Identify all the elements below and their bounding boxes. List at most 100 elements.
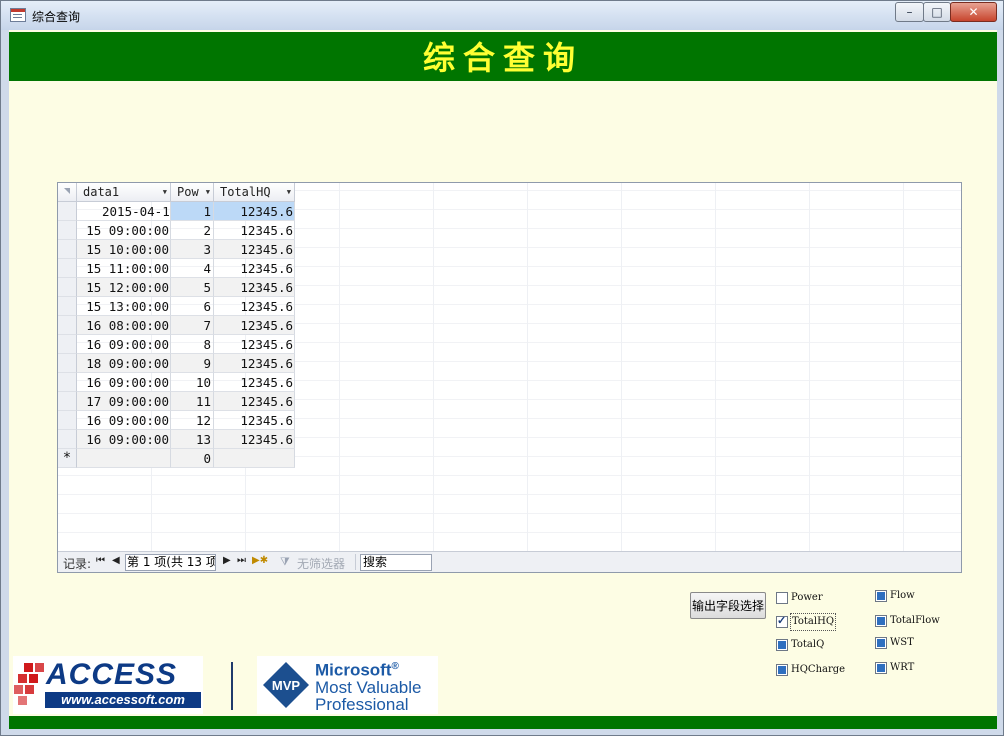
cell-pow[interactable]: 4 [171, 259, 214, 278]
row-selector[interactable] [58, 335, 77, 354]
first-record-icon[interactable]: ⏮ [96, 555, 105, 566]
cell-pow[interactable]: 13 [171, 430, 214, 449]
table-row[interactable]: 15 11:00:00 4 12345.6 [58, 259, 295, 278]
cell-totalhq[interactable]: 12345.6 [214, 316, 295, 335]
dropdown-arrow-icon[interactable]: ▼ [206, 183, 210, 202]
cell-data1[interactable]: 15 11:00:00 [77, 259, 171, 278]
previous-record-icon[interactable]: ◀ [112, 555, 120, 566]
cell-pow[interactable]: 1 [171, 202, 214, 221]
current-record-field[interactable]: 第 1 项(共 13 项 [125, 554, 216, 571]
checkbox-box[interactable] [776, 614, 788, 628]
cell-pow[interactable]: 3 [171, 240, 214, 259]
cell-totalhq[interactable]: 12345.6 [214, 411, 295, 430]
next-record-icon[interactable]: ▶ [223, 555, 231, 566]
checkbox-label: TotalFlow [890, 615, 940, 626]
cell-data1[interactable]: 18 09:00:00 [77, 354, 171, 373]
cell-pow[interactable]: 5 [171, 278, 214, 297]
row-selector[interactable] [58, 411, 77, 430]
row-selector[interactable] [58, 354, 77, 373]
table-row[interactable]: 16 09:00:00 10 12345.6 [58, 373, 295, 392]
checkbox-box[interactable] [875, 637, 887, 649]
new-record-icon[interactable]: ▶✱ [252, 555, 268, 566]
cell-totalhq[interactable]: 12345.6 [214, 259, 295, 278]
cell-data1[interactable]: 2015-04-1 [77, 202, 171, 221]
cell-pow[interactable]: 7 [171, 316, 214, 335]
cell-totalhq[interactable]: 12345.6 [214, 202, 295, 221]
cell-pow[interactable]: 11 [171, 392, 214, 411]
table-row[interactable]: 16 08:00:00 7 12345.6 [58, 316, 295, 335]
cell-totalhq[interactable]: 12345.6 [214, 297, 295, 316]
minimize-button[interactable]: – [895, 2, 924, 22]
column-header-data1[interactable]: data1 ▼ [77, 183, 171, 202]
table-row[interactable]: 2015-04-1 1 12345.6 [58, 202, 295, 221]
dropdown-arrow-icon[interactable]: ▼ [163, 183, 167, 202]
cell-data1[interactable]: 16 09:00:00 [77, 373, 171, 392]
cell-pow[interactable]: 8 [171, 335, 214, 354]
cell-data1[interactable]: 16 09:00:00 [77, 335, 171, 354]
checkbox-box[interactable] [875, 662, 887, 674]
cell-data1[interactable] [77, 449, 171, 468]
output-field-select-button[interactable]: 输出字段选择 [690, 592, 766, 619]
cell-data1[interactable]: 15 09:00:00 [77, 221, 171, 240]
datasheet-subform[interactable]: data1 ▼ Pow ▼ TotalHQ ▼ 2015-04-1 1 1234… [57, 182, 962, 573]
cell-totalhq[interactable]: 12345.6 [214, 392, 295, 411]
row-selector[interactable] [58, 278, 77, 297]
cell-data1[interactable]: 15 12:00:00 [77, 278, 171, 297]
record-label: 记录: [63, 557, 92, 571]
cell-totalhq[interactable]: 12345.6 [214, 335, 295, 354]
checkbox-box[interactable] [875, 615, 887, 627]
table-row[interactable]: 16 09:00:00 13 12345.6 [58, 430, 295, 449]
cell-data1[interactable]: 15 10:00:00 [77, 240, 171, 259]
row-selector[interactable] [58, 430, 77, 449]
checkbox-box[interactable] [776, 639, 788, 651]
select-all-corner[interactable] [58, 183, 77, 202]
cell-totalhq[interactable]: 12345.6 [214, 278, 295, 297]
row-selector[interactable] [58, 259, 77, 278]
table-row[interactable]: 16 09:00:00 8 12345.6 [58, 335, 295, 354]
row-selector[interactable] [58, 221, 77, 240]
column-header-pow[interactable]: Pow ▼ [171, 183, 214, 202]
cell-data1[interactable]: 15 13:00:00 [77, 297, 171, 316]
row-selector[interactable] [58, 297, 77, 316]
cell-totalhq[interactable]: 12345.6 [214, 373, 295, 392]
maximize-button[interactable]: □ [923, 2, 951, 22]
row-selector[interactable] [58, 202, 77, 221]
row-selector[interactable] [58, 316, 77, 335]
cell-totalhq[interactable]: 12345.6 [214, 221, 295, 240]
table-row[interactable]: 15 13:00:00 6 12345.6 [58, 297, 295, 316]
search-input[interactable]: 搜索 [360, 554, 432, 571]
row-selector[interactable] [58, 240, 77, 259]
cell-pow[interactable]: 6 [171, 297, 214, 316]
column-header-totalhq[interactable]: TotalHQ ▼ [214, 183, 295, 202]
cell-data1[interactable]: 16 09:00:00 [77, 430, 171, 449]
cell-totalhq[interactable]: 12345.6 [214, 240, 295, 259]
cell-totalhq[interactable]: 12345.6 [214, 354, 295, 373]
checkbox-box[interactable] [776, 664, 788, 676]
table-row[interactable]: 15 10:00:00 3 12345.6 [58, 240, 295, 259]
table-row[interactable]: 15 12:00:00 5 12345.6 [58, 278, 295, 297]
last-record-icon[interactable]: ⏭ [237, 555, 246, 566]
cell-pow[interactable]: 9 [171, 354, 214, 373]
cell-pow[interactable]: 12 [171, 411, 214, 430]
no-filter-indicator[interactable]: 无筛选器 [297, 555, 345, 572]
table-row[interactable]: 15 09:00:00 2 12345.6 [58, 221, 295, 240]
row-selector[interactable] [58, 392, 77, 411]
row-selector[interactable] [58, 373, 77, 392]
title-bar[interactable]: 综合查询 – □ ✕ [1, 1, 1003, 30]
cell-data1[interactable]: 16 09:00:00 [77, 411, 171, 430]
dropdown-arrow-icon[interactable]: ▼ [287, 183, 291, 202]
table-row[interactable]: 16 09:00:00 12 12345.6 [58, 411, 295, 430]
cell-data1[interactable]: 17 09:00:00 [77, 392, 171, 411]
table-row[interactable]: 18 09:00:00 9 12345.6 [58, 354, 295, 373]
checkbox-box[interactable] [776, 592, 788, 604]
cell-pow[interactable]: 2 [171, 221, 214, 240]
cell-totalhq[interactable]: 12345.6 [214, 430, 295, 449]
table-row[interactable]: 17 09:00:00 11 12345.6 [58, 392, 295, 411]
close-button[interactable]: ✕ [950, 2, 997, 22]
cell-totalhq[interactable] [214, 449, 295, 468]
cell-pow[interactable]: 10 [171, 373, 214, 392]
checkbox-box[interactable] [875, 590, 887, 602]
cell-pow[interactable]: 0 [171, 449, 214, 468]
cell-data1[interactable]: 16 08:00:00 [77, 316, 171, 335]
new-record-row[interactable]: * 0 [58, 449, 295, 468]
